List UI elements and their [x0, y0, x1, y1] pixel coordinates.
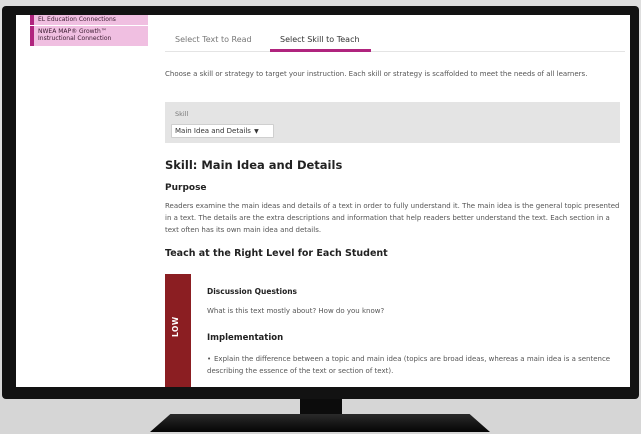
sidebar: EL Education Connections NWEA MAP® Growt…: [16, 15, 148, 387]
monitor-bezel: EL Education Connections NWEA MAP® Growt…: [2, 6, 639, 399]
list-item: • Explain the difference between a topic …: [207, 353, 617, 377]
bullet-icon: •: [207, 355, 212, 363]
discussion-questions-heading: Discussion Questions: [207, 287, 298, 296]
sidebar-item-label: EL Education Connections: [38, 16, 116, 23]
purpose-text: Readers examine the main ideas and detai…: [165, 202, 620, 234]
tab-select-text[interactable]: Select Text to Read: [175, 35, 252, 44]
implementation-heading: Implementation: [207, 333, 284, 343]
list-item-text: Explain the difference between a topic a…: [207, 355, 611, 375]
discussion-questions-text: What is this text mostly about? How do y…: [207, 307, 385, 315]
monitor-screen: EL Education Connections NWEA MAP® Growt…: [16, 15, 630, 387]
sidebar-item-label: NWEA MAP® Growth™ Instructional Connecti…: [38, 28, 112, 42]
level-low-label: LOW: [171, 316, 180, 337]
sidebar-item-nwea-map-growth[interactable]: NWEA MAP® Growth™ Instructional Connecti…: [30, 26, 148, 46]
caret-down-icon: ▼: [254, 128, 259, 135]
intro-text: Choose a skill or strategy to target you…: [165, 70, 588, 78]
skill-dropdown-value: Main Idea and Details: [175, 127, 251, 135]
monitor-stand-base: [150, 414, 490, 432]
skill-label: Skill: [175, 110, 189, 118]
tab-select-skill[interactable]: Select Skill to Teach: [280, 35, 360, 44]
tab-bar: Select Text to Read Select Skill to Teac…: [165, 28, 625, 52]
teach-heading: Teach at the Right Level for Each Studen…: [165, 248, 388, 259]
skill-heading: Skill: Main Idea and Details: [165, 158, 343, 172]
sidebar-item-el-education[interactable]: EL Education Connections: [30, 15, 148, 25]
purpose-heading: Purpose: [165, 183, 207, 193]
implementation-list: • Explain the difference between a topic …: [207, 353, 617, 377]
main-content: Select Text to Read Select Skill to Teac…: [165, 15, 625, 387]
skill-selector-panel: Skill Main Idea and Details ▼: [165, 102, 620, 143]
skill-dropdown[interactable]: Main Idea and Details ▼: [171, 124, 274, 138]
active-tab-indicator: [270, 49, 371, 52]
